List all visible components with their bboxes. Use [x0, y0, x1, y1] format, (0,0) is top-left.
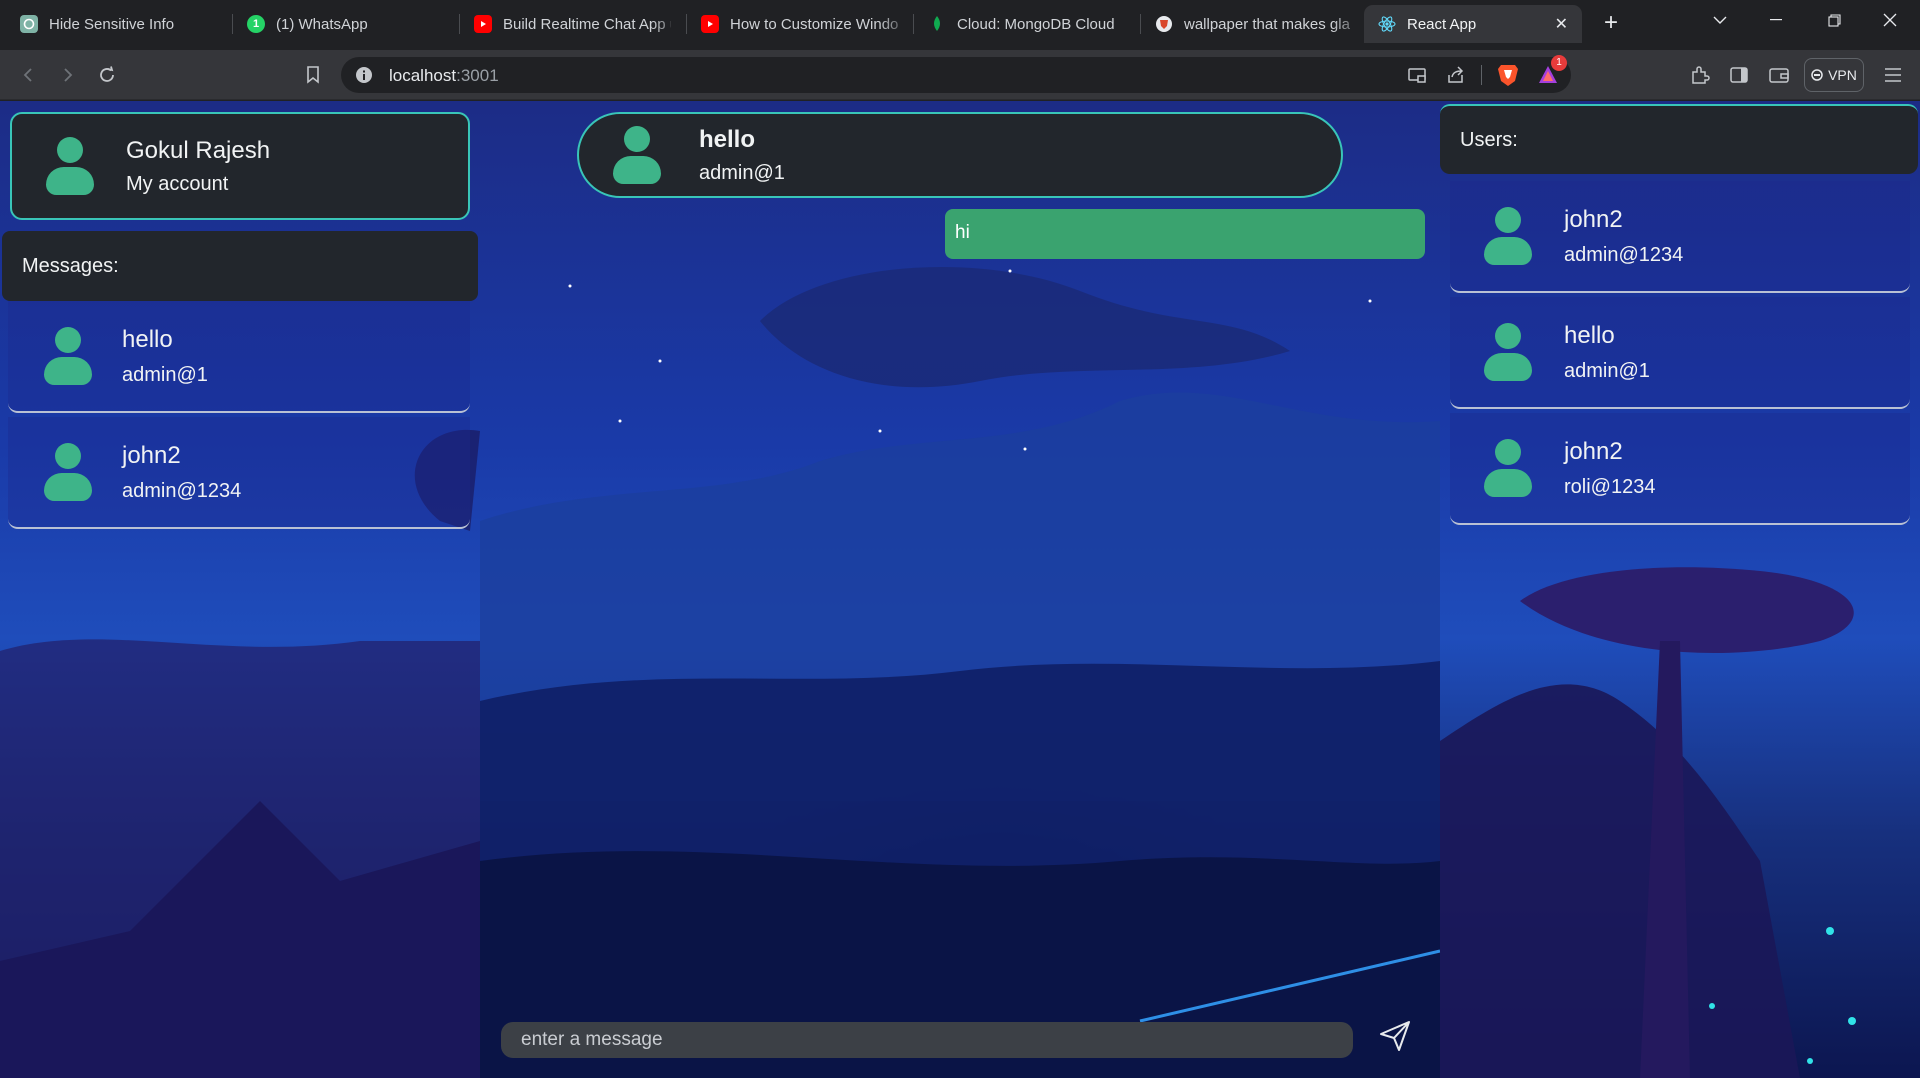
back-icon[interactable] [15, 62, 41, 88]
menu-icon[interactable] [1880, 62, 1906, 88]
tab-title: Cloud: MongoDB Cloud [957, 15, 1115, 33]
user-email: admin@1 [1564, 359, 1650, 382]
sidebar-toggle-icon[interactable] [1726, 62, 1752, 88]
avatar-icon [1484, 207, 1532, 265]
bookmark-icon[interactable] [300, 62, 326, 88]
conversation-name: hello [122, 325, 173, 353]
tab-title: How to Customize Windo [730, 15, 898, 33]
tab-wallpaper-search[interactable]: wallpaper that makes gla [1141, 5, 1366, 43]
tab-title: React App [1407, 15, 1477, 33]
vpn-status-icon [1811, 69, 1823, 81]
conversation-email: admin@1 [122, 363, 208, 386]
tab-title: wallpaper that makes gla [1184, 15, 1350, 33]
chatgpt-icon [20, 15, 38, 33]
tab-whatsapp[interactable]: 1 (1) WhatsApp [233, 5, 458, 43]
account-subtitle: My account [126, 172, 229, 195]
react-icon [1378, 15, 1396, 33]
vpn-label: VPN [1828, 67, 1857, 83]
browser-window: Hide Sensitive Info 1 (1) WhatsApp Build… [0, 0, 1920, 1078]
send-icon[interactable] [1378, 1019, 1414, 1055]
youtube-icon [701, 15, 719, 33]
share-icon[interactable] [1446, 65, 1466, 90]
close-tab-icon[interactable]: ✕ [1555, 14, 1568, 34]
cast-icon[interactable] [1407, 65, 1427, 90]
brave-search-icon [1155, 15, 1173, 33]
user-name: hello [1564, 321, 1615, 349]
account-name: Gokul Rajesh [126, 136, 271, 164]
tab-strip: Hide Sensitive Info 1 (1) WhatsApp Build… [0, 0, 1920, 50]
avatar-icon [46, 137, 94, 195]
tab-customize-windows[interactable]: How to Customize Windo [687, 5, 912, 43]
avatar-icon [613, 126, 661, 184]
forward-icon[interactable] [55, 62, 81, 88]
mongodb-leaf-icon [928, 15, 946, 33]
extensions-icon[interactable] [1687, 62, 1713, 88]
user-email: admin@1234 [1564, 243, 1684, 266]
conversation-email: admin@1234 [122, 479, 242, 502]
messages-heading: Messages: [2, 231, 478, 301]
notification-badge: 1 [1551, 55, 1567, 71]
browser-toolbar: localhost:3001 1 [0, 50, 1920, 100]
tab-mongodb-cloud[interactable]: Cloud: MongoDB Cloud [914, 5, 1139, 43]
chat-app-page: Gokul Rajesh My account Messages: hello … [0, 101, 1920, 1078]
user-item[interactable]: hello admin@1 [1450, 297, 1910, 409]
users-heading: Users: [1440, 104, 1918, 174]
tab-search-chevron-icon[interactable] [1692, 0, 1748, 40]
account-card[interactable]: Gokul Rajesh My account [10, 112, 470, 220]
user-name: john2 [1564, 437, 1623, 465]
whatsapp-icon: 1 [247, 15, 265, 33]
tab-title: Build Realtime Chat App u [503, 15, 671, 33]
site-info-icon[interactable] [355, 66, 373, 89]
chat-contact-name: hello [699, 125, 756, 153]
sent-message-bubble: hi [945, 209, 1425, 259]
tab-react-app[interactable]: React App ✕ [1364, 5, 1582, 43]
address-bar[interactable]: localhost:3001 1 [341, 55, 1571, 93]
user-item[interactable]: john2 admin@1234 [1450, 181, 1910, 293]
message-input[interactable]: enter a message [501, 1022, 1353, 1058]
tab-title: (1) WhatsApp [276, 15, 368, 33]
url-text: localhost:3001 [389, 66, 499, 86]
conversation-item[interactable]: hello admin@1 [8, 301, 470, 413]
avatar-icon [44, 327, 92, 385]
vpn-button[interactable]: VPN [1804, 58, 1864, 92]
user-email: roli@1234 [1564, 475, 1656, 498]
close-window-icon[interactable] [1862, 0, 1918, 40]
conversation-name: john2 [122, 441, 181, 469]
chat-header: hello admin@1 [577, 112, 1343, 198]
youtube-icon [474, 15, 492, 33]
minimize-icon[interactable] [1748, 0, 1804, 40]
restore-icon[interactable] [1806, 0, 1862, 40]
user-item[interactable]: john2 roli@1234 [1450, 413, 1910, 525]
user-name: john2 [1564, 205, 1623, 233]
url-port: :3001 [456, 66, 499, 85]
wallet-icon[interactable] [1766, 62, 1792, 88]
avatar-icon [1484, 439, 1532, 497]
chat-contact-email: admin@1 [699, 161, 785, 184]
brave-shields-icon[interactable] [1497, 63, 1519, 92]
tab-build-realtime-chat-app[interactable]: Build Realtime Chat App u [460, 5, 685, 43]
reload-icon[interactable] [94, 62, 120, 88]
avatar-icon [1484, 323, 1532, 381]
url-host: localhost [389, 66, 457, 85]
tab-title: Hide Sensitive Info [49, 15, 175, 33]
omnibox-divider [1481, 65, 1482, 85]
new-tab-button[interactable]: + [1597, 10, 1625, 38]
conversation-item[interactable]: john2 admin@1234 [8, 417, 470, 529]
avatar-icon [44, 443, 92, 501]
tab-hide-sensitive-info[interactable]: Hide Sensitive Info [6, 5, 231, 43]
